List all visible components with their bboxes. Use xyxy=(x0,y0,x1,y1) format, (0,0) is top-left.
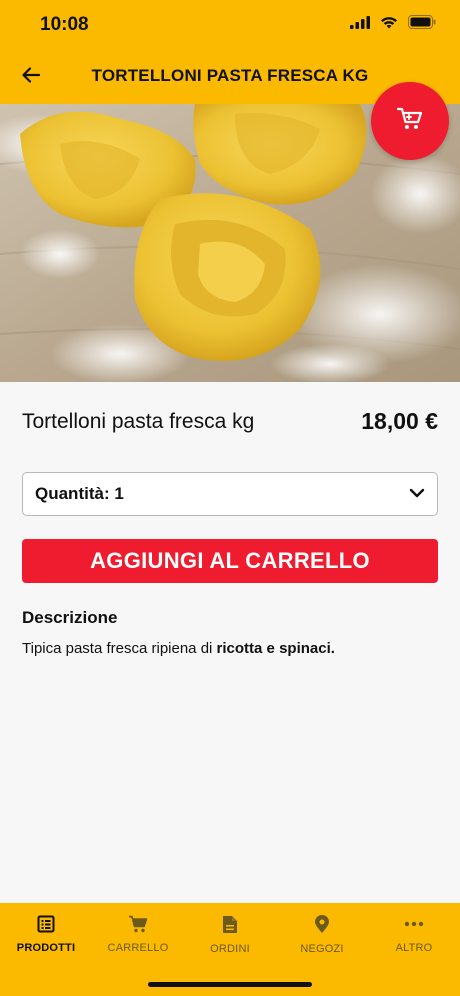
description-text-prefix: Tipica pasta fresca ripiena di xyxy=(22,640,217,657)
tab-label: ORDINI xyxy=(210,943,250,955)
description-heading: Descrizione xyxy=(22,608,118,627)
page-title: TORTELLONI PASTA FRESCA KG xyxy=(91,66,369,85)
list-icon xyxy=(37,915,55,938)
cart-fab-button[interactable] xyxy=(371,82,449,160)
document-icon xyxy=(222,915,238,939)
battery-icon xyxy=(408,15,436,34)
tab-label: ALTRO xyxy=(395,942,433,954)
add-to-cart-button[interactable]: AGGIUNGI AL CARRELLO xyxy=(22,539,438,583)
tab-prodotti[interactable]: PRODOTTI xyxy=(0,915,92,954)
tab-label: CARRELLO xyxy=(107,942,169,954)
cart-icon xyxy=(396,107,423,136)
tab-altro[interactable]: ALTRO xyxy=(368,915,460,954)
product-name: Tortelloni pasta fresca kg xyxy=(22,410,255,433)
quantity-value: Quantità: 1 xyxy=(35,484,124,503)
chevron-down-icon xyxy=(409,485,425,503)
home-indicator[interactable] xyxy=(148,982,312,987)
more-dots-icon xyxy=(404,915,424,938)
status-time: 10:08 xyxy=(40,14,89,35)
cart-icon xyxy=(128,915,148,938)
tab-carrello[interactable]: CARRELLO xyxy=(92,915,184,954)
status-bar: 10:08 xyxy=(0,0,460,50)
product-price: 18,00 € xyxy=(361,408,438,434)
wifi-icon xyxy=(380,16,398,34)
description-text: Tipica pasta fresca ripiena di ricotta e… xyxy=(22,640,335,657)
status-icons xyxy=(350,15,436,34)
tab-label: PRODOTTI xyxy=(16,942,76,954)
quantity-select[interactable]: Quantità: 1 xyxy=(22,472,438,516)
tab-bar: PRODOTTI CARRELLO ORDINI NEGOZI ALTRO xyxy=(0,903,460,996)
location-pin-icon xyxy=(314,915,330,939)
tab-negozi[interactable]: NEGOZI xyxy=(276,915,368,955)
tab-label: NEGOZI xyxy=(300,943,344,955)
description-text-highlight: ricotta e spinaci. xyxy=(216,640,335,657)
tab-ordini[interactable]: ORDINI xyxy=(184,915,276,955)
signal-icon xyxy=(350,15,370,34)
